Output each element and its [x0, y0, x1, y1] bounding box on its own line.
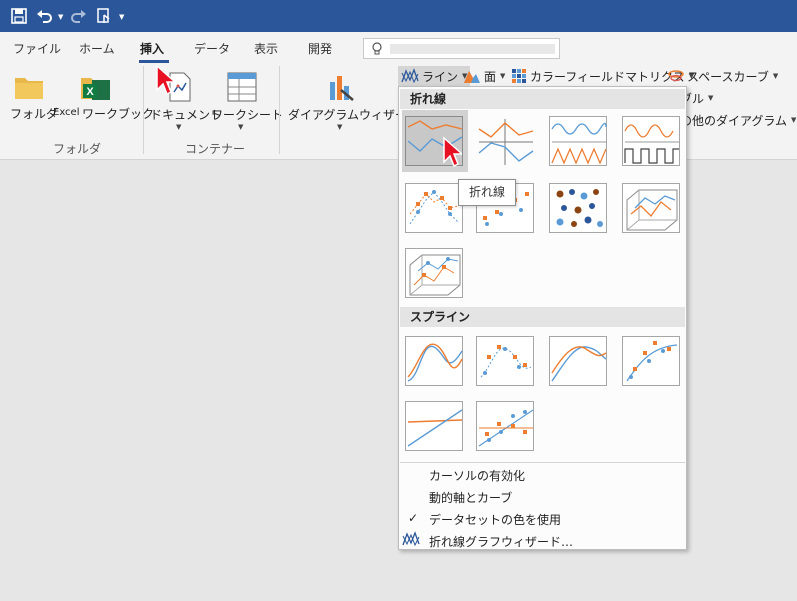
surface-label: 面 [484, 69, 497, 84]
group-label-folder: フォルダ [53, 142, 102, 156]
tab-view[interactable]: 表示 [254, 40, 278, 57]
excel-workbook-button[interactable]: X Excel ワークブック [52, 72, 154, 132]
line-step-thumb[interactable] [622, 116, 680, 166]
tab-insert[interactable]: 挿入 [140, 40, 164, 57]
scatter-regression-thumb[interactable] [476, 401, 534, 451]
touch-mode-icon[interactable] [93, 0, 115, 32]
folder-button-label: フォルダ [10, 107, 59, 121]
group-label-container: コンテナー [185, 142, 246, 156]
space-curve-dropdown-icon: ▼ [772, 72, 779, 80]
other-diagrams-dropdown-icon: ▼ [791, 116, 797, 124]
color-field-matrix-label: カラーフィールドマトリクス [530, 69, 685, 84]
space-curve-icon [668, 70, 684, 82]
tab-developer[interactable]: 開発 [308, 40, 332, 57]
worksheet-dropdown-icon: ▼ [238, 123, 244, 131]
bubble-scatter-thumb[interactable] [549, 183, 607, 233]
tab-file[interactable]: ファイル [13, 40, 61, 57]
spline-markers-thumb[interactable] [476, 336, 534, 386]
lightbulb-icon [371, 42, 383, 59]
use-dataset-color-item[interactable]: データセットの色を使用 [429, 511, 561, 528]
redo-icon[interactable] [67, 0, 89, 32]
svg-text:X: X [86, 86, 94, 98]
group-separator [143, 66, 144, 154]
customize-quick-access-icon[interactable]: ▼ [119, 13, 124, 21]
bubble-dropdown-icon: ▼ [708, 94, 714, 102]
enable-cursor-item[interactable]: カーソルの有効化 [429, 467, 525, 484]
linear-regression-thumb[interactable] [405, 401, 463, 451]
diagram-wizard-dropdown-icon: ▼ [337, 123, 343, 131]
worksheet-label: ワークシート [211, 108, 284, 122]
line-chart-icon [402, 531, 420, 547]
save-icon[interactable] [8, 0, 30, 32]
line-chart-icon [401, 68, 419, 84]
undo-dropdown-icon[interactable]: ▼ [58, 13, 63, 21]
title-bar: ▼ ▼ [0, 0, 797, 32]
group-separator [279, 66, 280, 154]
spline-plain-thumb[interactable] [405, 336, 463, 386]
checkmark-icon: ✓ [408, 511, 419, 525]
search-input[interactable] [390, 44, 555, 54]
dynamic-axis-curve-item[interactable]: 動的軸とカーブ [429, 489, 512, 506]
folder-button[interactable]: フォルダ [8, 72, 58, 132]
color-field-matrix-button[interactable]: カラーフィールドマトリクス ▼ [512, 66, 694, 86]
section-header-spline: スプライン [400, 307, 685, 327]
section-header-line: 折れ線 [400, 89, 685, 109]
line-markers-thumb[interactable] [405, 183, 463, 233]
line-chart-label: ライン [422, 69, 459, 84]
excel-label-prefix: Excel [53, 107, 80, 118]
line-3d-markers-thumb[interactable] [405, 248, 463, 298]
surface-icon [464, 71, 480, 83]
diagram-wizard-icon [330, 76, 354, 101]
spline-curve-thumb[interactable] [549, 336, 607, 386]
active-tab-underline [139, 60, 169, 63]
tab-data[interactable]: データ [194, 40, 230, 57]
other-diagrams-button[interactable]: その他のダイアグラム ▼ [668, 110, 796, 130]
spline-regression-thumb[interactable] [622, 336, 680, 386]
space-curve-button[interactable]: スペースカーブ ▼ [668, 66, 778, 86]
tab-home[interactable]: ホーム [79, 40, 115, 57]
mouse-pointer-icon [156, 64, 175, 96]
undo-icon[interactable] [34, 0, 56, 32]
diagram-wizard-button[interactable]: ダイアグラムウィザード ▼ [285, 72, 419, 142]
surface-button[interactable]: 面 ▼ [463, 66, 505, 86]
color-field-matrix-icon [512, 69, 526, 83]
line-crosshair-thumb[interactable] [476, 116, 534, 166]
search-box[interactable] [363, 38, 560, 59]
menu-divider [400, 462, 685, 463]
mouse-pointer-icon [443, 136, 462, 168]
line-chart-wizard-item[interactable]: 折れ線グラフウィザード… [429, 533, 573, 550]
worksheet-button[interactable]: ワークシート ▼ [210, 72, 283, 142]
surface-dropdown-icon: ▼ [500, 72, 506, 80]
line-stacked-wave-thumb[interactable] [549, 116, 607, 166]
line-3d-thumb[interactable] [622, 183, 680, 233]
line-chart-button[interactable]: ライン ▼ [398, 66, 471, 86]
excel-icon: X [81, 78, 110, 100]
worksheet-icon [227, 72, 257, 102]
space-curve-label: スペースカーブ [687, 69, 769, 84]
tooltip: 折れ線 [458, 179, 516, 206]
document-dropdown-icon: ▼ [176, 123, 182, 131]
